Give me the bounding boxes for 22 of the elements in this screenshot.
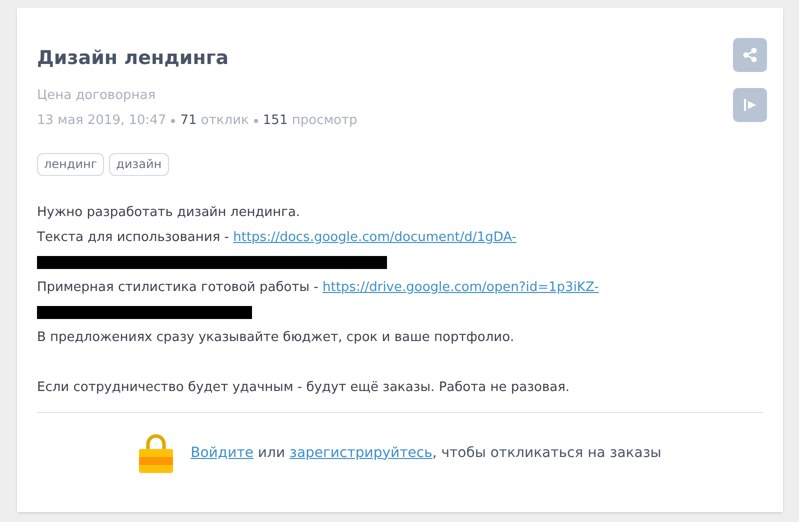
tag[interactable]: лендинг	[37, 153, 104, 176]
responses-count: 71 отклик	[180, 112, 249, 130]
description-text: В предложениях сразу указывайте бюджет, срок и ваше портфолио.	[37, 329, 514, 347]
media-button[interactable]	[733, 88, 767, 122]
publish-date: 13 мая 2019, 10:47	[37, 112, 166, 130]
description-text: Если сотрудничество будет удачным - будут ещё заказы. Работа не разовая.	[37, 379, 570, 397]
login-prompt: Войдите или зарегистрируйтесь, чтобы откликаться на заказы	[190, 444, 662, 462]
share-button[interactable]	[733, 38, 767, 72]
auth-link[interactable]: зарегистрируйтесь	[290, 444, 432, 460]
price-label: Цена договорная	[37, 87, 156, 105]
description-text: Примерная стилистика готовой работы - https://drive.google.com/open?id=1p3iKZ-	[37, 279, 599, 297]
document-link[interactable]: https://drive.google.com/open?id=1p3iKZ-	[322, 280, 599, 295]
order-title: Дизайн лендинга	[37, 46, 229, 71]
auth-link[interactable]: Войдите	[190, 444, 254, 460]
views-count: 151 просмотр	[262, 112, 358, 130]
lock-icon	[138, 433, 173, 473]
document-link[interactable]: https://docs.google.com/document/d/1gDA-	[233, 230, 516, 245]
description-text: Текста для использования - https://docs.google.com/document/d/1gDA-	[37, 229, 516, 247]
share-icon	[743, 48, 757, 62]
description-text: Нужно разработать дизайн лендинга.	[37, 204, 300, 222]
bar-play-icon	[743, 98, 757, 112]
tag[interactable]: дизайн	[109, 153, 169, 176]
